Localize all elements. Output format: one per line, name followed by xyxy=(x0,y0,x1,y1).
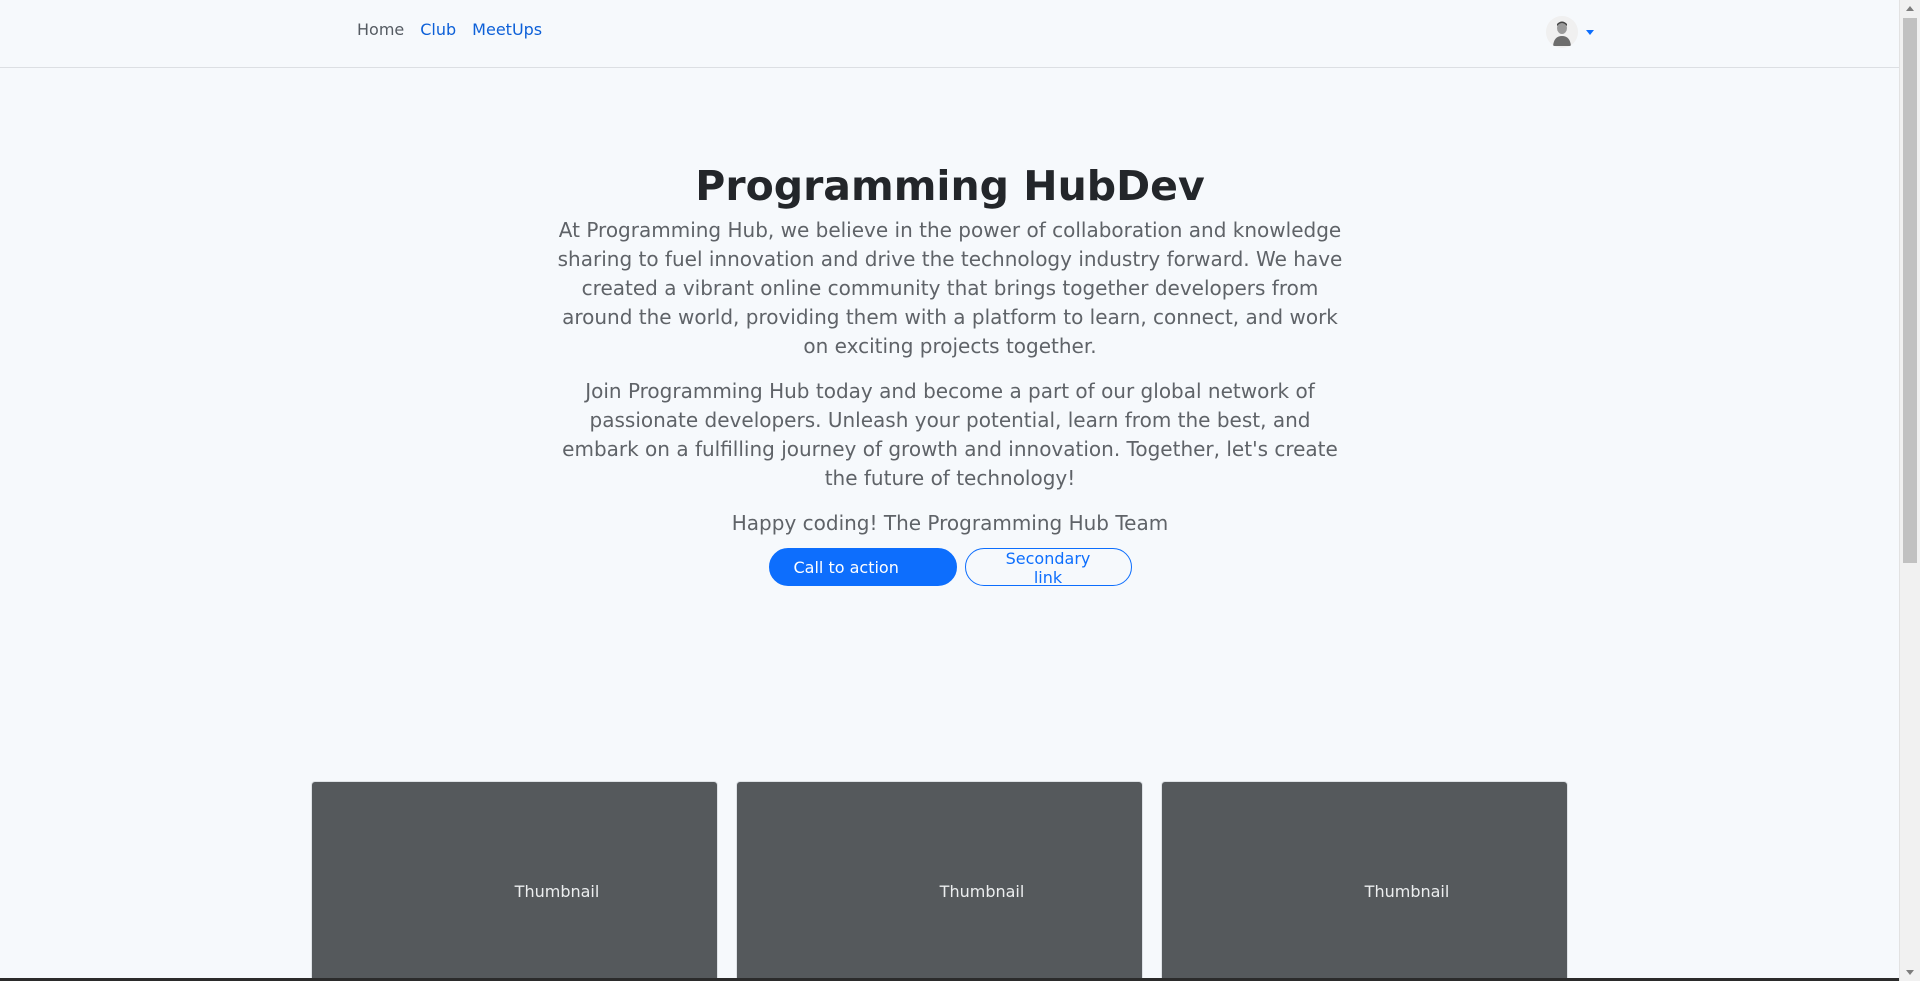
scroll-up-icon[interactable] xyxy=(1906,6,1914,11)
nav-link-club[interactable]: Club xyxy=(420,20,456,39)
scroll-down-icon[interactable] xyxy=(1906,970,1914,975)
thumbnail-card[interactable]: Thumbnail xyxy=(1161,781,1568,981)
user-menu-toggle[interactable] xyxy=(1546,16,1594,48)
hero-paragraph-intro: At Programming Hub, we believe in the po… xyxy=(557,218,1343,358)
thumbnail-label: Thumbnail xyxy=(1364,882,1450,901)
card-grid: Thumbnail Thumbnail Thumbnail xyxy=(311,781,1568,981)
nav-links: Home Club MeetUps xyxy=(357,20,542,39)
call-to-action-button[interactable]: Call to action xyxy=(768,548,957,586)
thumbnail-label: Thumbnail xyxy=(939,882,1025,901)
scrollbar-thumb[interactable] xyxy=(1903,18,1917,563)
hero-buttons: Call to action Secondary link xyxy=(550,548,1350,587)
hero-title: Programming HubDev xyxy=(695,162,1205,210)
thumbnail-card[interactable]: Thumbnail xyxy=(311,781,718,981)
nav-link-home[interactable]: Home xyxy=(357,20,404,39)
page: Home Club MeetUps Programming HubDev At … xyxy=(0,0,1899,981)
nav-link-meetups[interactable]: MeetUps xyxy=(472,20,542,39)
user-avatar-icon xyxy=(1546,16,1578,48)
navbar: Home Club MeetUps xyxy=(0,0,1899,68)
hero-paragraph-join: Join Programming Hub today and become a … xyxy=(562,379,1338,490)
secondary-link-button[interactable]: Secondary link xyxy=(964,548,1132,587)
vertical-scrollbar[interactable] xyxy=(1899,0,1920,981)
hero-section: Programming HubDev At Programming Hub, w… xyxy=(550,160,1350,587)
thumbnail-card[interactable]: Thumbnail xyxy=(736,781,1143,981)
caret-down-icon xyxy=(1586,29,1594,35)
thumbnail-label: Thumbnail xyxy=(514,882,600,901)
hero-signoff: Happy coding! The Programming Hub Team xyxy=(731,511,1169,535)
